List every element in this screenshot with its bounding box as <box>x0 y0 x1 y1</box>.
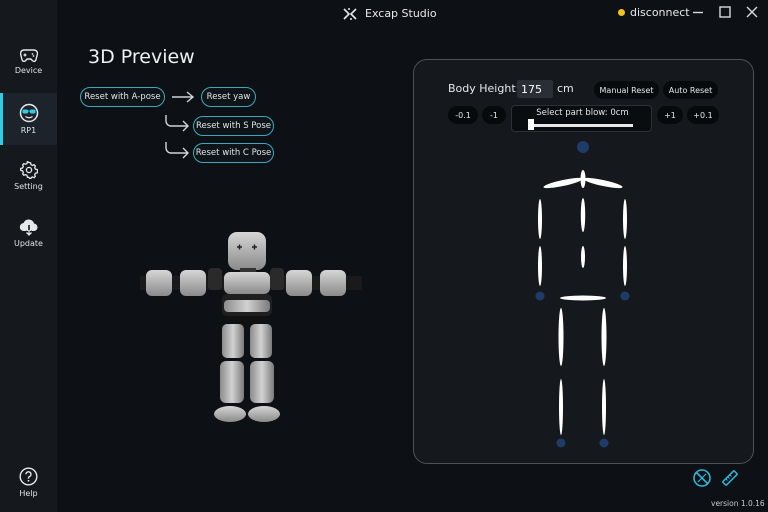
reset-c-pose-button[interactable]: Reset with C Pose <box>193 143 274 163</box>
reset-a-pose-button[interactable]: Reset with A-pose <box>80 87 165 107</box>
close-button[interactable] <box>744 4 760 20</box>
page-title: 3D Preview <box>88 46 195 68</box>
sidebar-item-label: Setting <box>14 182 43 191</box>
help-label: Help <box>19 488 38 498</box>
version-label: version 1.0.16 <box>711 499 765 508</box>
ruler-icon[interactable] <box>721 469 739 487</box>
skeleton-joints <box>535 291 630 448</box>
sidebar-item-rp1[interactable]: RP1 <box>0 93 57 145</box>
sidebar: Device RP1 Setting Update Help <box>0 0 57 512</box>
app-title-text: Excap Studio <box>365 7 437 20</box>
reset-s-pose-button[interactable]: Reset with S Pose <box>193 116 274 136</box>
cloud-download-icon <box>19 219 37 236</box>
sidebar-item-update[interactable]: Update <box>0 207 57 259</box>
app-title: Excap Studio <box>343 7 437 20</box>
gear-icon <box>19 161 38 179</box>
connection-status-text: disconnect <box>630 6 690 19</box>
help-button[interactable]: Help <box>0 456 57 508</box>
robot-3d-model[interactable] <box>140 228 362 428</box>
maximize-icon <box>719 6 731 18</box>
help-icon <box>19 466 38 486</box>
sidebar-item-label: RP1 <box>20 126 37 135</box>
close-icon <box>746 6 758 18</box>
sidebar-item-label: Device <box>14 66 43 75</box>
sidebar-item-device[interactable]: Device <box>0 36 57 88</box>
arrow-right-icon <box>172 91 195 103</box>
body-skeleton-diagram[interactable] <box>413 59 754 464</box>
sidebar-item-setting[interactable]: Setting <box>0 150 57 202</box>
connection-status[interactable]: disconnect <box>618 6 690 19</box>
arrow-down-right-icon <box>165 142 189 159</box>
skeleton-bones <box>538 141 627 435</box>
reset-yaw-button[interactable]: Reset yaw <box>201 87 256 107</box>
sidebar-item-label: Update <box>14 239 43 248</box>
minimize-button[interactable] <box>690 4 706 20</box>
gamepad-icon <box>19 49 38 62</box>
status-dot-icon <box>618 9 625 16</box>
arrow-down-right-icon <box>165 115 189 132</box>
minimize-icon <box>693 11 703 14</box>
app-logo-icon <box>343 7 357 20</box>
disable-tracking-icon[interactable] <box>692 468 712 488</box>
sunglasses-face-icon <box>19 103 38 123</box>
maximize-button[interactable] <box>717 4 733 20</box>
